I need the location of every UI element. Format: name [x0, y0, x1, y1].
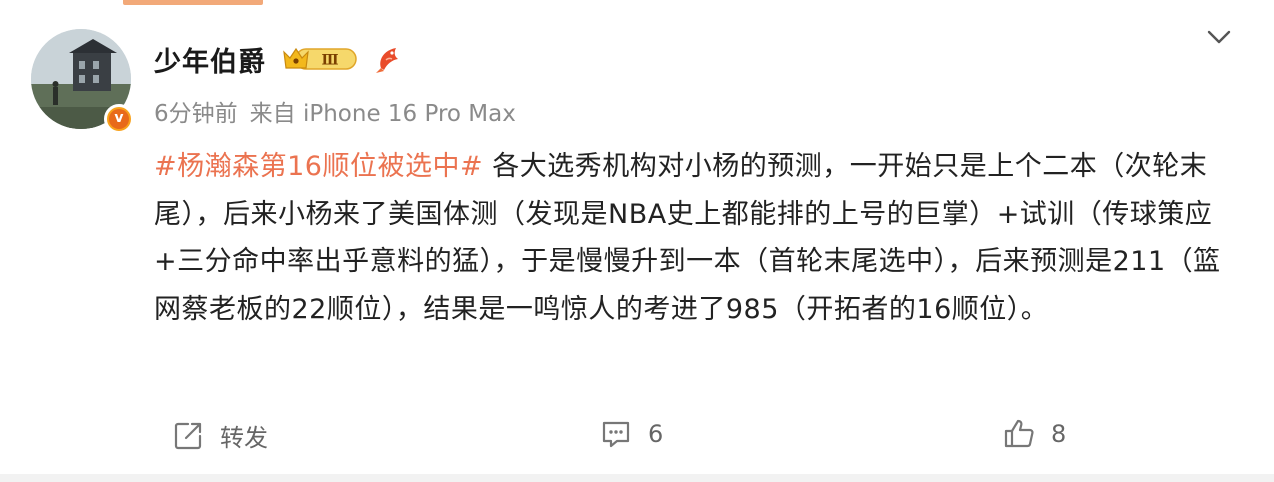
repost-icon — [172, 420, 204, 452]
verified-badge-icon: v — [104, 104, 134, 134]
username[interactable]: 少年伯爵 — [154, 40, 266, 79]
comment-button[interactable]: 6 — [600, 418, 663, 450]
like-icon — [1003, 418, 1035, 450]
comment-icon — [600, 418, 632, 450]
weibo-post-card: v 少年伯爵 Ⅲ 6分钟前 来自 iPhone 16 Pro Max #杨瀚森第1… — [0, 0, 1274, 474]
comment-count: 6 — [648, 420, 664, 448]
chevron-down-icon[interactable] — [1204, 24, 1234, 50]
tab-indicator — [123, 0, 263, 5]
post-time[interactable]: 6分钟前 — [154, 101, 238, 127]
level-number: Ⅲ — [321, 53, 338, 69]
post-actions-bar: 转发 6 8 — [0, 412, 1274, 462]
post-content: #杨瀚森第16顺位被选中# 各大选秀机构对小杨的预测，一开始只是上个二本（次轮末… — [154, 143, 1234, 333]
post-source: 来自 iPhone 16 Pro Max — [249, 101, 516, 127]
repost-label: 转发 — [220, 424, 268, 452]
repost-button[interactable]: 转发 — [172, 418, 268, 453]
like-count: 8 — [1051, 420, 1067, 448]
hashtag-link[interactable]: #杨瀚森第16顺位被选中# — [154, 151, 483, 182]
like-button[interactable]: 8 — [1003, 418, 1066, 450]
post-meta: 6分钟前 来自 iPhone 16 Pro Max — [154, 94, 516, 128]
level-crown-badge[interactable]: Ⅲ — [282, 44, 358, 74]
koi-fish-icon — [372, 42, 406, 76]
